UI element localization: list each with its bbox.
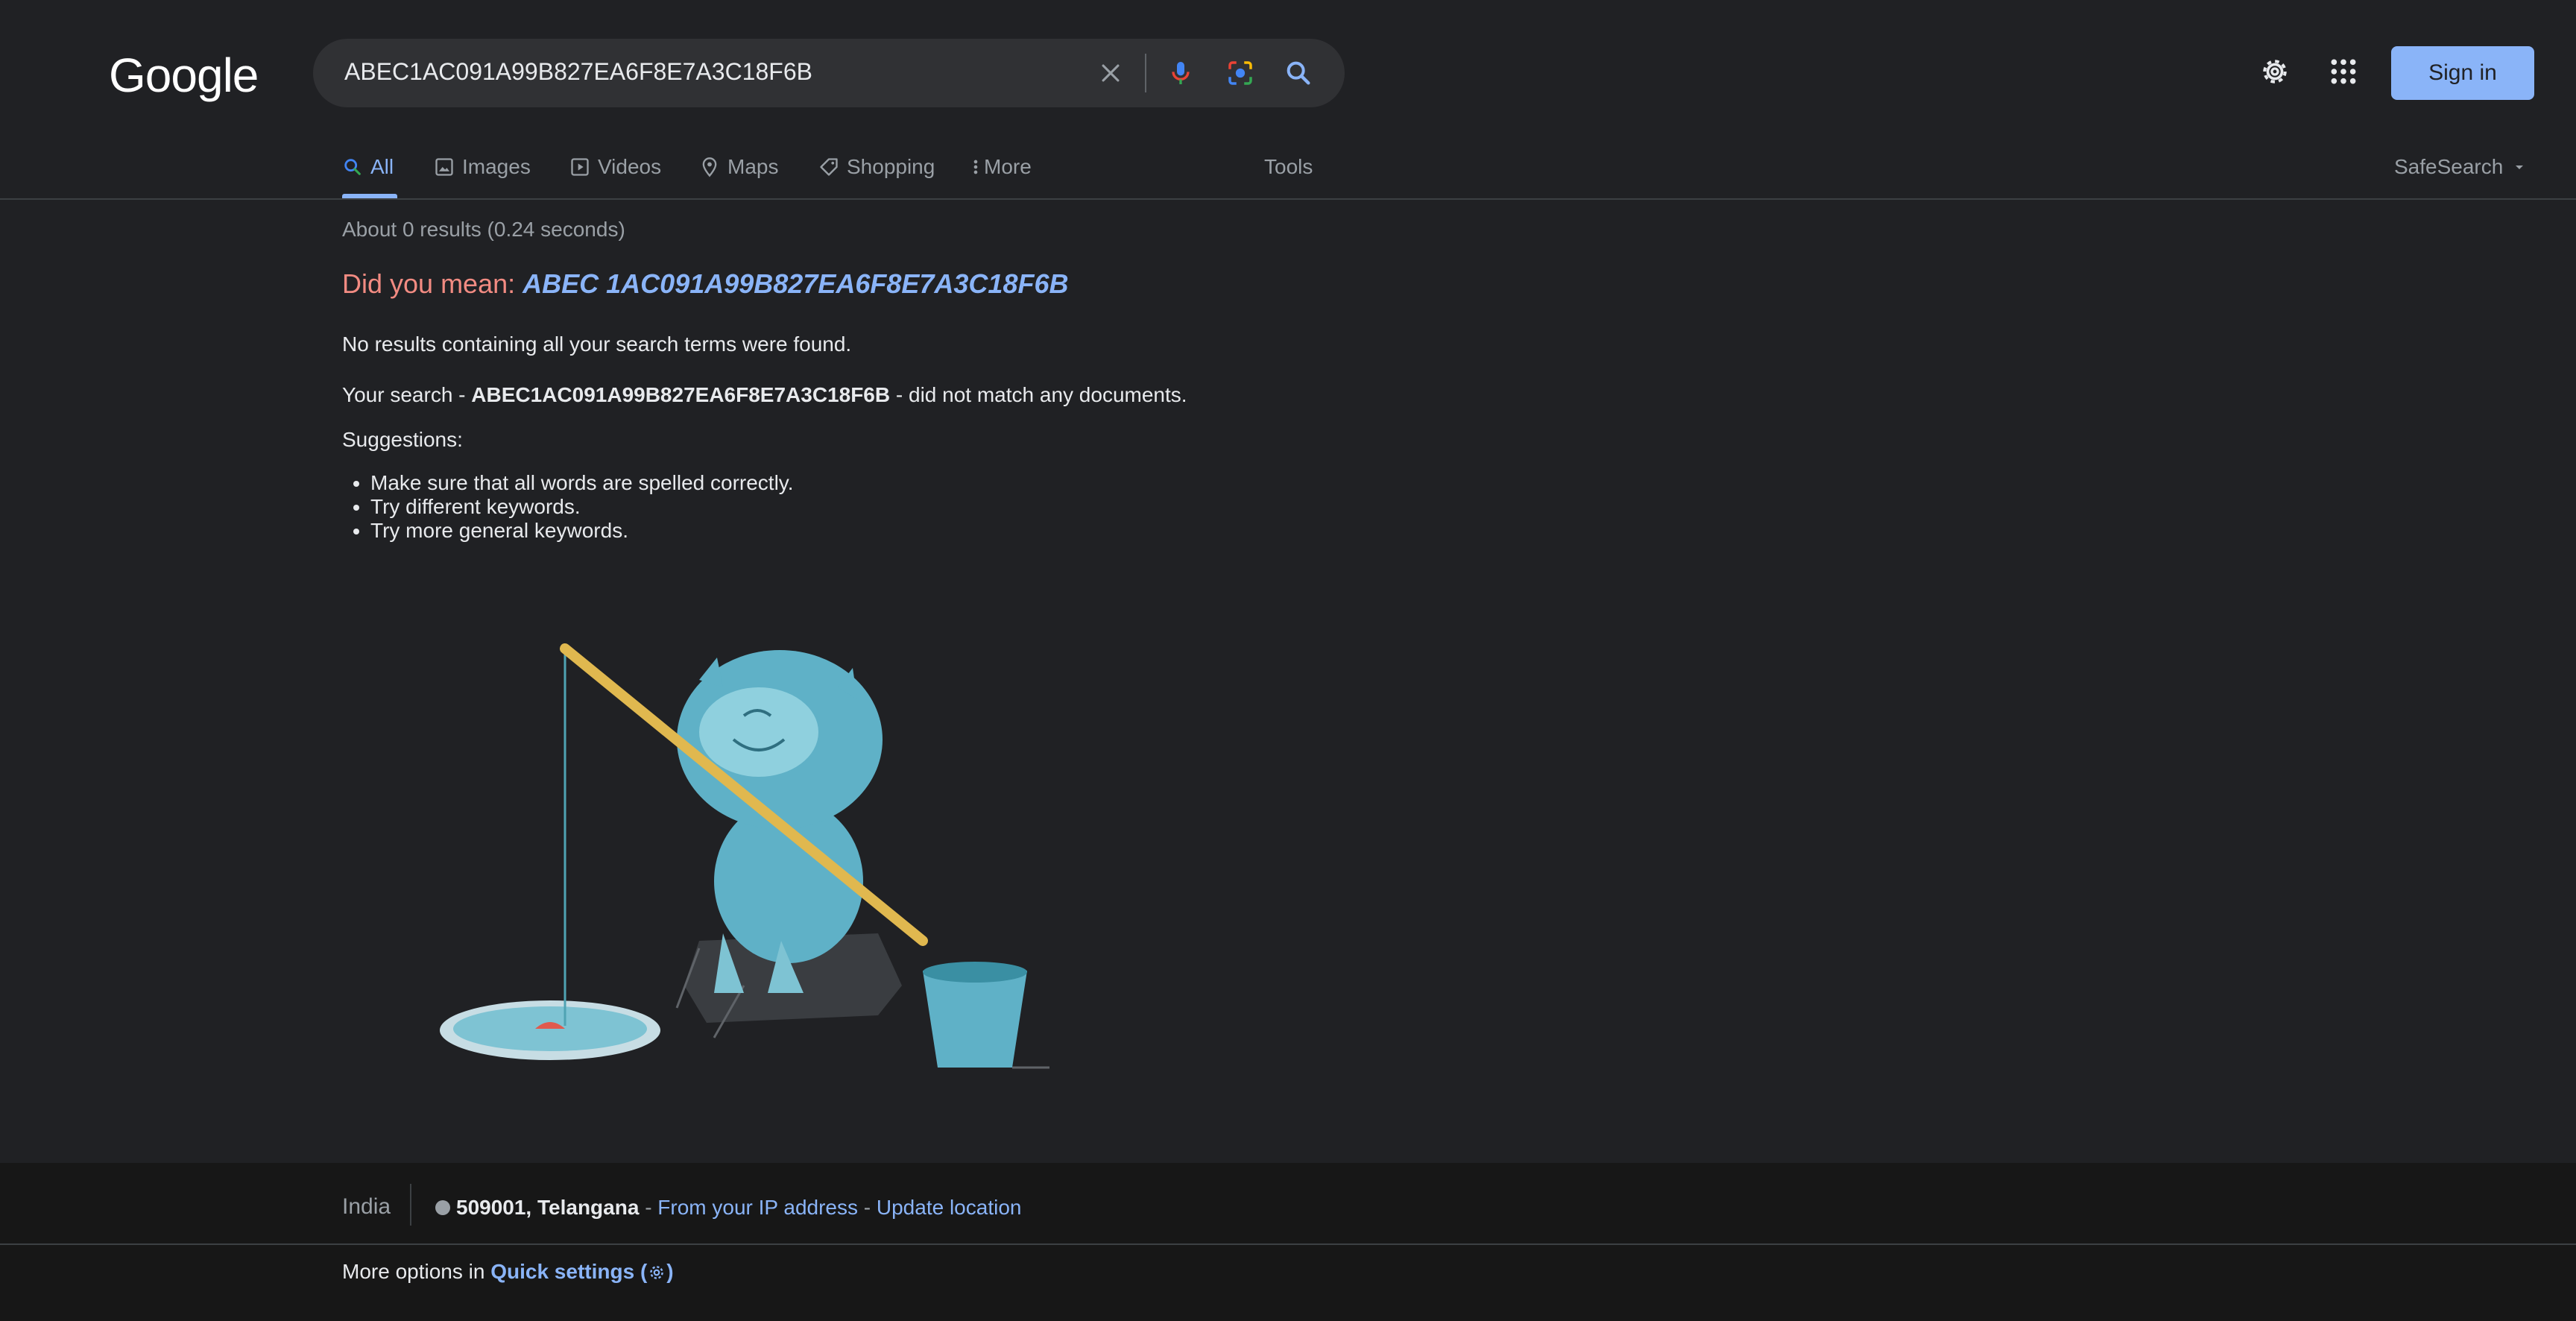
tools-button[interactable]: Tools — [1264, 151, 1313, 183]
map-pin-icon — [702, 157, 717, 177]
search-divider — [1145, 54, 1146, 92]
safesearch-button[interactable]: SafeSearch — [2394, 151, 2528, 183]
lens-camera-icon[interactable] — [1222, 55, 1258, 91]
your-search-suffix: - did not match any documents. — [895, 383, 1187, 406]
location-dot-icon — [435, 1200, 450, 1215]
your-search-term: ABEC1AC091A99B827EA6F8E7A3C18F6B — [471, 383, 891, 406]
tab-label: Images — [462, 155, 531, 178]
active-tab-indicator — [342, 194, 397, 198]
tab-label: Maps — [727, 155, 779, 178]
tag-icon — [820, 158, 838, 176]
tab-shopping[interactable]: Shopping — [818, 151, 935, 183]
footer-location-row: India 509001, Telangana - From your IP a… — [0, 1163, 2576, 1245]
search-icon[interactable] — [1281, 55, 1316, 91]
tab-label: All — [370, 155, 394, 178]
update-location-link[interactable]: Update location — [877, 1196, 1022, 1220]
tab-maps[interactable]: Maps — [699, 151, 778, 183]
separator: - — [645, 1196, 652, 1219]
suggestion-item: Try different keywords. — [370, 495, 794, 519]
footer-divider — [410, 1184, 411, 1226]
tab-videos[interactable]: Videos — [569, 151, 661, 183]
quick-settings-link[interactable]: Quick settings () — [490, 1260, 673, 1283]
tab-label: More — [984, 155, 1032, 178]
tab-label: Shopping — [847, 155, 935, 178]
did-you-mean-link[interactable]: ABEC 1AC091A99B827EA6F8E7A3C18F6B — [523, 268, 1068, 299]
tab-images[interactable]: Images — [434, 151, 531, 183]
search-box[interactable]: ABEC1AC091A99B827EA6F8E7A3C18F6B — [313, 39, 1345, 107]
tab-all[interactable]: All — [342, 151, 394, 183]
tab-label: Videos — [598, 155, 662, 178]
tab-more[interactable]: More — [970, 151, 1032, 183]
country-label: India — [342, 1194, 391, 1219]
from-ip-link[interactable]: From your IP address — [657, 1196, 858, 1220]
clear-icon[interactable] — [1093, 55, 1128, 91]
no-results-message: No results containing all your search te… — [342, 332, 852, 356]
search-tabs: All Images Videos Maps Shopping More Too… — [0, 134, 2576, 200]
did-you-mean-label: Did you mean: — [342, 268, 516, 299]
more-vert-icon — [973, 160, 978, 174]
dropdown-arrow-icon — [2516, 165, 2524, 169]
suggestion-item: Try more general keywords. — [370, 519, 794, 543]
suggestions-heading: Suggestions: — [342, 428, 463, 451]
your-search-message: Your search - ABEC1AC091A99B827EA6F8E7A3… — [342, 383, 1187, 407]
location-info: 509001, Telangana - From your IP address… — [435, 1196, 1021, 1220]
location-text: 509001, Telangana — [456, 1196, 640, 1219]
search-input[interactable]: ABEC1AC091A99B827EA6F8E7A3C18F6B — [344, 58, 812, 86]
play-icon — [571, 158, 589, 176]
separator: - — [863, 1196, 871, 1219]
google-logo[interactable]: Google — [109, 48, 259, 103]
your-search-prefix: Your search - — [342, 383, 466, 406]
more-options-text: More options in Quick settings () — [342, 1260, 674, 1284]
search-icon — [344, 159, 361, 175]
paren: ) — [666, 1260, 674, 1283]
did-you-mean: Did you mean: ABEC 1AC091A99B827EA6F8E7A… — [342, 268, 1068, 300]
sign-in-button[interactable]: Sign in — [2391, 46, 2534, 100]
suggestion-item: Make sure that all words are spelled cor… — [370, 471, 794, 495]
footer: India 509001, Telangana - From your IP a… — [0, 1163, 2576, 1321]
tools-label: Tools — [1264, 155, 1313, 178]
result-stats: About 0 results (0.24 seconds) — [342, 218, 625, 241]
suggestions-list: Make sure that all words are spelled cor… — [342, 471, 794, 543]
fishing-monster-illustration — [440, 643, 1049, 1069]
settings-gear-icon[interactable] — [2255, 52, 2294, 91]
settings-gear-icon — [650, 1266, 664, 1279]
apps-grid-icon[interactable] — [2324, 52, 2363, 91]
header: Google ABEC1AC091A99B827EA6F8E7A3C18F6B — [0, 0, 2576, 149]
image-icon — [435, 158, 453, 176]
quick-settings-label: Quick settings — [490, 1260, 635, 1283]
paren: ( — [640, 1260, 648, 1283]
more-options-prefix: More options in — [342, 1260, 485, 1283]
microphone-icon[interactable] — [1163, 55, 1199, 91]
safesearch-label: SafeSearch — [2394, 155, 2504, 178]
